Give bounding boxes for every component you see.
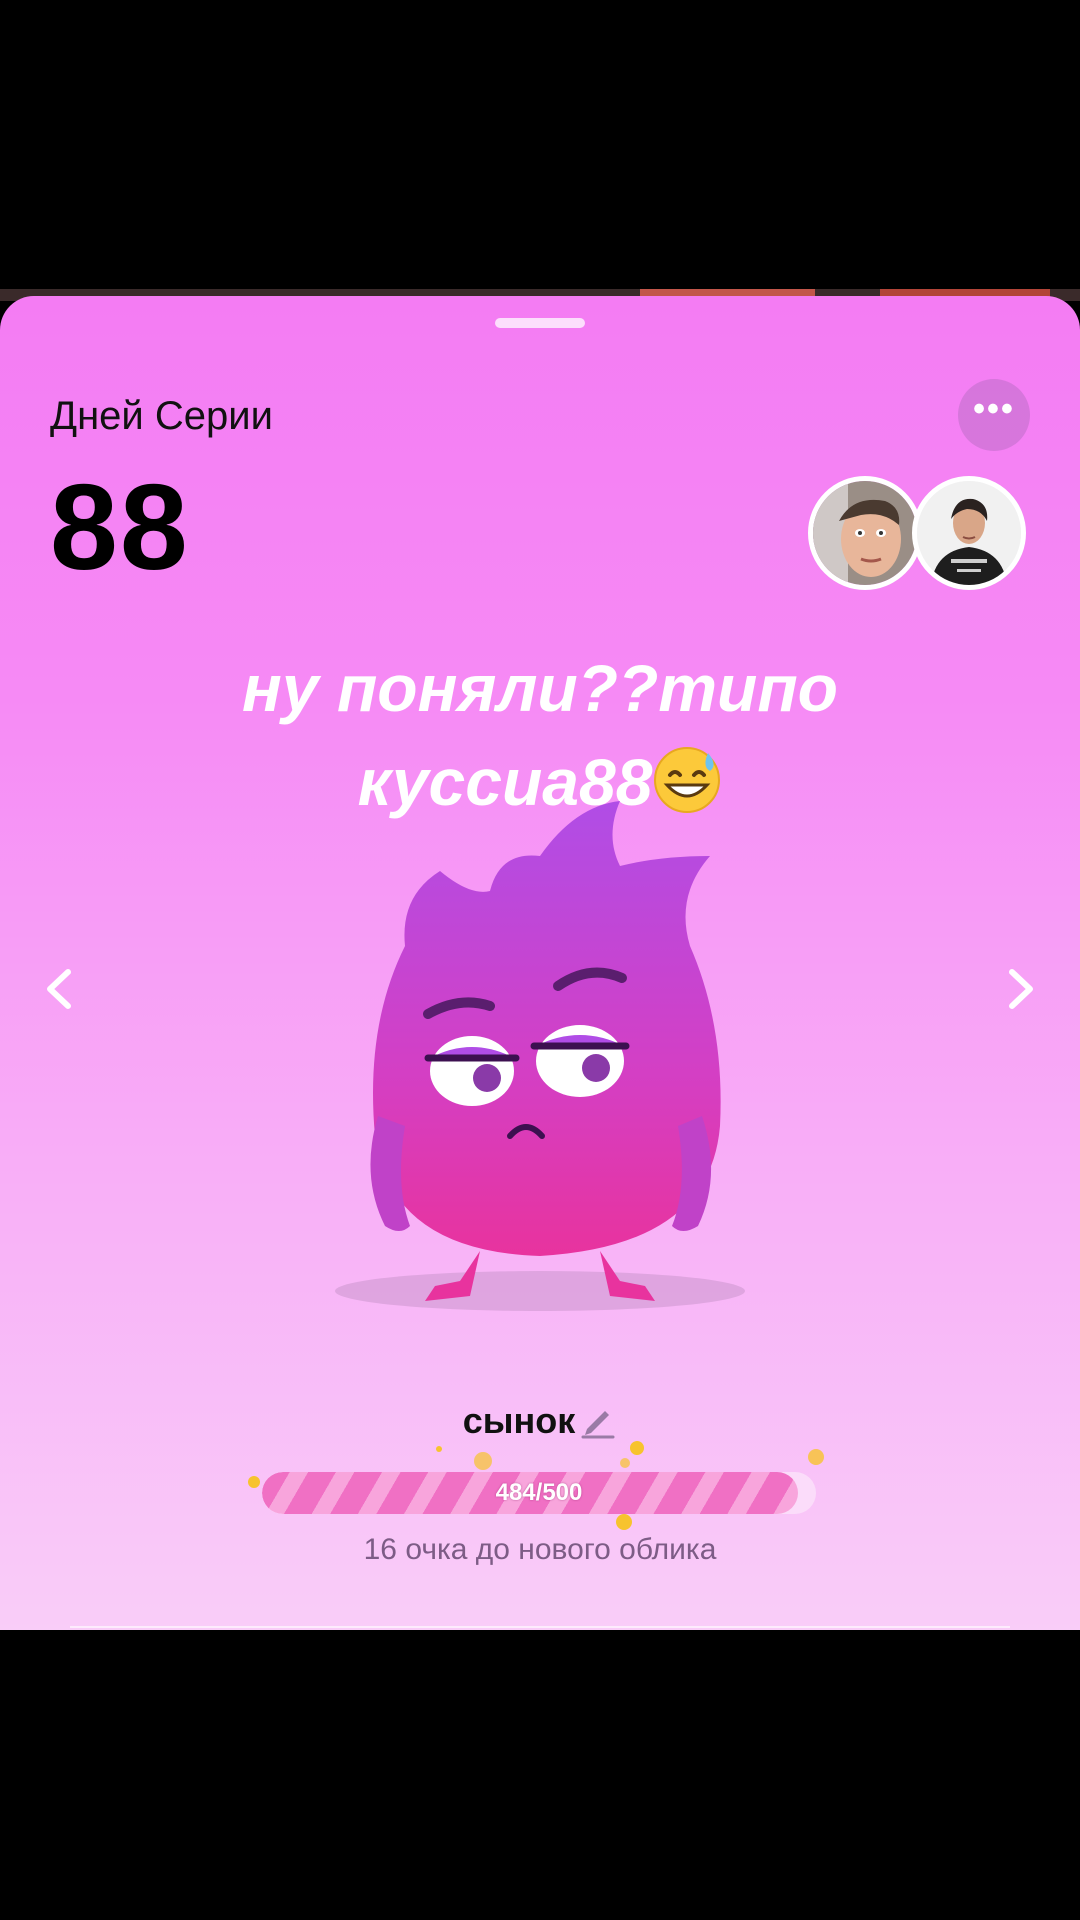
avatar[interactable] <box>808 476 922 590</box>
progress-hint: 16 очка до нового облика <box>363 1533 717 1566</box>
sparkle-dot <box>630 1441 644 1455</box>
sparkle-dot <box>436 1446 442 1452</box>
progress-bar: 484/500 <box>262 1472 816 1514</box>
streak-sheet: Дней Серии 88 ••• ну поняли??типо куссиа… <box>0 296 1080 1630</box>
caption-line: ну поняли??типо <box>242 651 838 725</box>
progress-text: 484/500 <box>495 1479 583 1506</box>
streak-label: Дней Серии <box>50 394 273 438</box>
chevron-right-icon[interactable] <box>994 964 1044 1014</box>
sparkle-dot <box>248 1476 260 1488</box>
ellipsis-icon: ••• <box>973 390 1015 428</box>
divider <box>70 1626 1010 1628</box>
sparkle-dot <box>616 1514 632 1530</box>
mascot-nickname[interactable]: сынок <box>0 1400 1080 1442</box>
sparkle-dot <box>808 1449 824 1465</box>
sheet-grabber[interactable] <box>495 318 585 328</box>
chevron-left-icon[interactable] <box>36 964 86 1014</box>
sparkle-dot <box>620 1458 630 1468</box>
avatar[interactable] <box>912 476 1026 590</box>
nickname-text: сынок <box>462 1400 576 1441</box>
more-options-button[interactable]: ••• <box>958 379 1030 451</box>
purple-flame-mascot-icon <box>335 801 745 1311</box>
sparkle-dot <box>474 1452 492 1470</box>
streak-count: 88 <box>50 459 190 595</box>
pencil-icon[interactable] <box>579 1401 617 1439</box>
